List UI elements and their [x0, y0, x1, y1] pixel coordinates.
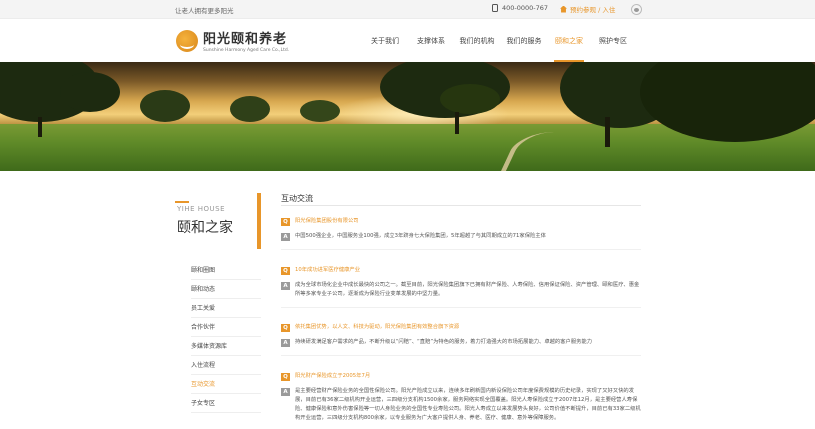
sidebar-menu: 颐和圈图 颐和动态 员工关爱 合作伙伴 多媒体资源库 入住流程 互动交流 子女专区 — [191, 261, 261, 413]
answer-mark: A — [281, 233, 290, 241]
nav-item[interactable]: 我们的机构 — [454, 19, 500, 62]
nav-item[interactable]: 我们的服务 — [500, 19, 548, 62]
wechat-icon — [634, 7, 639, 12]
question-text[interactable]: 10年成功进军医疗健康产业 — [295, 267, 360, 273]
answer-mark: A — [281, 339, 290, 347]
answer-text: 持续研发满足客户需求的产品，不断升级以“闪赔”、“直赔”为特色的服务，着力打造强… — [295, 339, 593, 345]
sun-logo-icon — [176, 29, 198, 52]
sidebar-item[interactable]: 多媒体资源库 — [191, 337, 261, 356]
slogan: 让老人拥有更多阳光 — [175, 7, 234, 15]
hero-banner — [0, 62, 815, 171]
main-nav: 关于我们 支撑体系 我们的机构 我们的服务 颐和之家 照护专区 — [362, 19, 636, 62]
sidebar-item[interactable]: 合作伙伴 — [191, 318, 261, 337]
sidebar-item[interactable]: 颐和动态 — [191, 280, 261, 299]
nav-item[interactable]: 照护专区 — [590, 19, 636, 62]
answer-text: 成为全球市场化企业中成长最快的公司之一。截至目前，阳光保险集团旗下已拥有财产保险… — [295, 282, 640, 297]
question-text[interactable]: 依托集团优势，以人文、科技为驱动，阳光保险集团有效整合旗下资源 — [295, 324, 459, 330]
qa-item: Q 10年成功进军医疗健康产业 A 成为全球市场化企业中成长最快的公司之一。截至目前，… — [281, 266, 641, 308]
question-mark: Q — [281, 324, 290, 332]
question-text[interactable]: 阳光保险集团股份有限公司 — [295, 218, 359, 224]
nav-item[interactable]: 支撑体系 — [408, 19, 454, 62]
page-title: 互动交流 — [281, 194, 313, 203]
answer-text: 中国500强企业，中国服务业100强，成立3年跻身七大保险集团，5年超越了与其同… — [295, 233, 546, 239]
question-mark: Q — [281, 373, 290, 381]
visit-link-label: 预约参观 / 入住 — [570, 6, 616, 14]
wechat-button[interactable] — [631, 4, 642, 15]
nav-item[interactable]: 关于我们 — [362, 19, 408, 62]
logo-subtitle: Sunshine Harmony Aged Care Co.,Ltd. — [203, 48, 290, 53]
answer-mark: A — [281, 282, 290, 290]
sidebar-title-cn: 颐和之家 — [177, 220, 233, 236]
question-mark: Q — [281, 267, 290, 275]
question-text[interactable]: 阳光财产保险成立于2005年7月 — [295, 373, 370, 379]
question-mark: Q — [281, 218, 290, 226]
sidebar-header: YIHE HOUSE 颐和之家 — [175, 193, 261, 249]
sidebar-item[interactable]: 互动交流 — [191, 375, 261, 394]
phone-contact[interactable]: 400-0000-767 — [492, 4, 548, 12]
sidebar-item[interactable]: 子女专区 — [191, 394, 261, 413]
top-bar: 让老人拥有更多阳光 400-0000-767 预约参观 / 入住 — [0, 0, 815, 19]
visit-link[interactable]: 预约参观 / 入住 — [560, 4, 615, 14]
qa-item: Q 依托集团优势，以人文、科技为驱动，阳光保险集团有效整合旗下资源 A 持续研发满足客… — [281, 323, 641, 356]
phone-number: 400-0000-767 — [502, 4, 549, 12]
sidebar-title-en: YIHE HOUSE — [177, 205, 226, 213]
sidebar-item[interactable]: 入住流程 — [191, 356, 261, 375]
home-icon — [560, 5, 567, 13]
phone-icon — [492, 4, 498, 12]
answer-text: 是主要经营财产保险业务的全国性保险公司。阳光产险成立以来，连续多年刷新国内新设保… — [295, 388, 641, 421]
site-header: 阳光颐和养老 Sunshine Harmony Aged Care Co.,Lt… — [0, 19, 815, 62]
logo[interactable]: 阳光颐和养老 Sunshine Harmony Aged Care Co.,Lt… — [176, 28, 289, 53]
sidebar-item[interactable]: 颐和圈图 — [191, 261, 261, 280]
answer-mark: A — [281, 388, 290, 396]
sidebar-item[interactable]: 员工关爱 — [191, 299, 261, 318]
qa-item: Q 阳光保险集团股份有限公司 A 中国500强企业，中国服务业100强，成立3年跻身七… — [281, 217, 641, 250]
nav-item[interactable]: 颐和之家 — [548, 19, 590, 62]
logo-title: 阳光颐和养老 — [203, 32, 288, 47]
qa-item: Q 阳光财产保险成立于2005年7月 A 是主要经营财产保险业务的全国性保险公司。阳光… — [281, 372, 641, 423]
